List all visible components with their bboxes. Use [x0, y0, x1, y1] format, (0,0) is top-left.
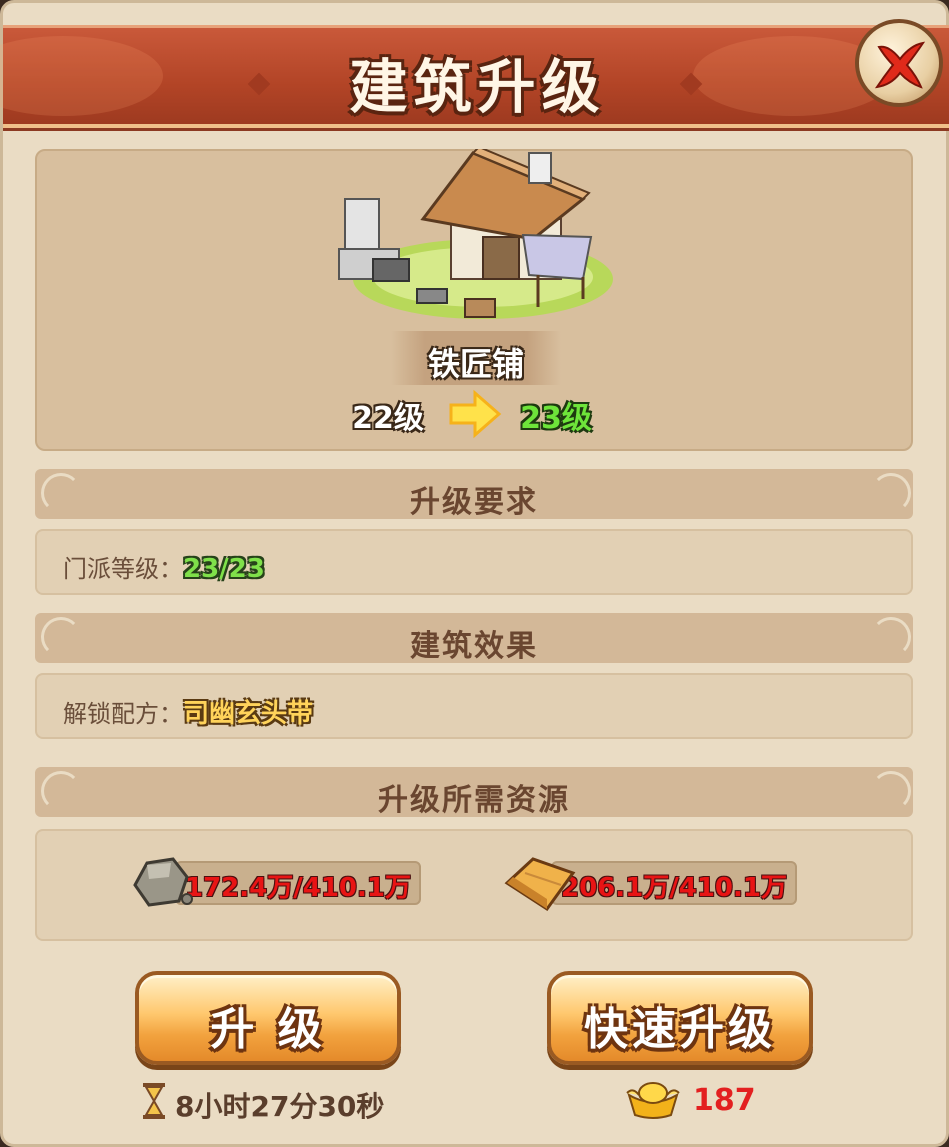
- quick-upgrade-cost: 187: [693, 1083, 756, 1118]
- level-arrow-icon: [449, 389, 502, 439]
- upgrade-dialog: 建筑升级 铁匠铺 22级 23级 升级要求 门派等级：23/23 建筑效果 解锁…: [0, 0, 949, 1147]
- resources-title: 升级所需资源: [378, 783, 570, 818]
- gold-ingot-icon: [626, 1082, 680, 1119]
- requirement-value: 23/23: [183, 554, 265, 584]
- hourglass-icon: [143, 1083, 165, 1119]
- wood-amount: 206.1万/410.1万: [561, 873, 787, 903]
- close-button[interactable]: [855, 19, 943, 107]
- building-name-plate: 铁匠铺: [391, 331, 561, 385]
- quick-upgrade-button-label: 快速升级: [584, 1004, 776, 1055]
- building-name: 铁匠铺: [427, 345, 524, 383]
- next-level: 23级: [520, 401, 592, 436]
- effect-row: 解锁配方：司幽玄头带: [35, 673, 913, 739]
- upgrade-button-label: 升 级: [210, 1004, 326, 1055]
- requirements-header: 升级要求: [35, 469, 913, 520]
- requirements-title: 升级要求: [410, 485, 538, 520]
- effects-header: 建筑效果: [35, 613, 913, 664]
- wood-icon: [504, 857, 576, 912]
- stone-resource-bar: 172.4万/410.1万: [175, 861, 421, 905]
- close-icon: [874, 41, 926, 89]
- quick-upgrade-button[interactable]: 快速升级: [547, 971, 813, 1065]
- effect-text: 解锁配方：司幽玄头带: [63, 693, 313, 730]
- resources-header: 升级所需资源: [35, 767, 913, 818]
- stone-amount: 172.4万/410.1万: [185, 873, 411, 903]
- dialog-title: 建筑升级: [349, 53, 606, 121]
- blacksmith-building-image: [338, 149, 613, 319]
- upgrade-button[interactable]: 升 级: [135, 971, 401, 1065]
- requirement-row: 门派等级：23/23: [35, 529, 913, 595]
- requirement-label: 门派等级：: [63, 555, 183, 583]
- current-level: 22级: [352, 401, 424, 436]
- stone-icon: [133, 857, 193, 907]
- upgrade-time: 8小时27分30秒: [175, 1090, 385, 1123]
- effect-label: 解锁配方：: [63, 700, 183, 728]
- effects-title: 建筑效果: [410, 629, 538, 664]
- title-bar: 建筑升级: [0, 25, 949, 128]
- requirement-text: 门派等级：23/23: [63, 549, 265, 584]
- effect-value: 司幽玄头带: [183, 699, 314, 729]
- wood-resource-bar: 206.1万/410.1万: [551, 861, 797, 905]
